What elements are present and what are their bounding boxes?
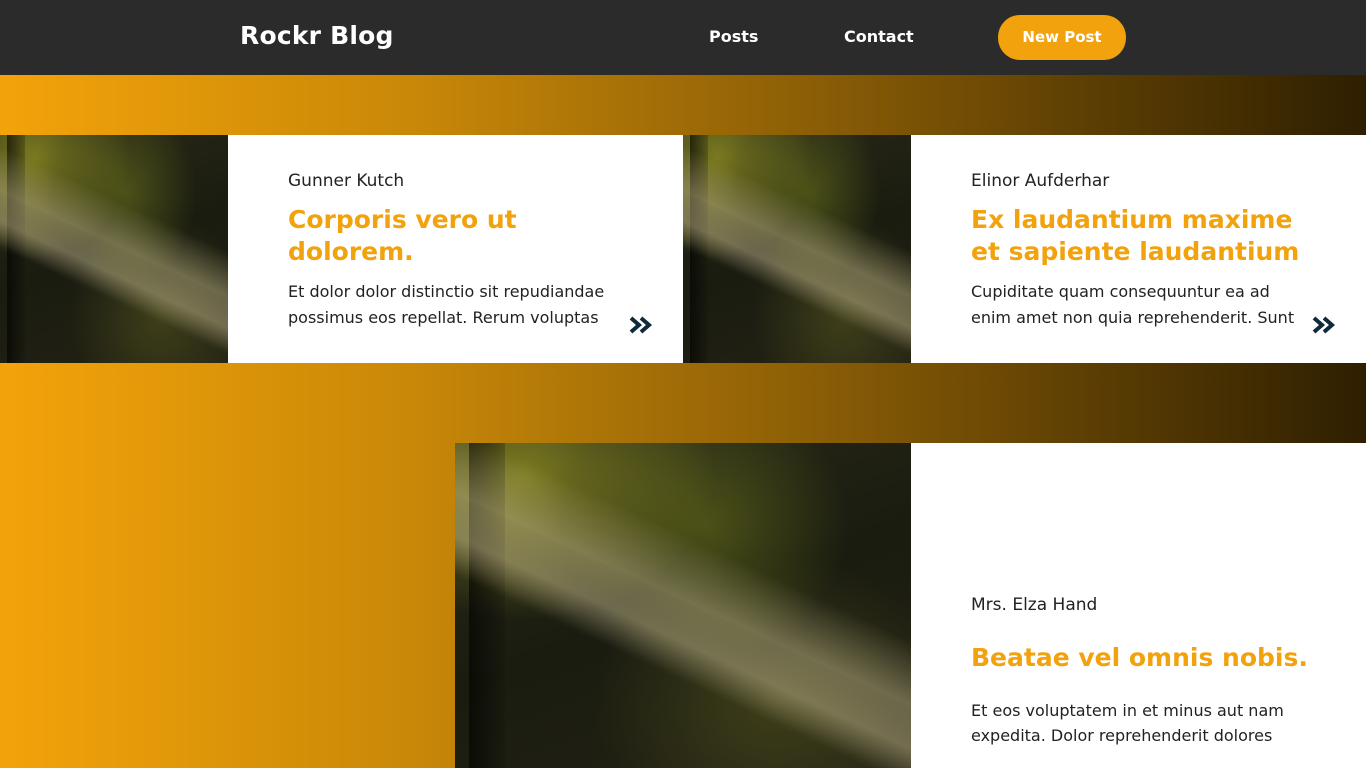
post-excerpt-line: expedita. Dolor reprehenderit dolores (971, 726, 1273, 745)
post-card[interactable]: Gunner Kutch Corporis vero ut dolorem. E… (0, 135, 683, 363)
post-title[interactable]: Corporis vero ut dolorem. (288, 204, 517, 268)
post-thumbnail-image (455, 443, 911, 768)
post-card[interactable]: Mrs. Elza Hand Beatae vel omnis nobis. E… (455, 443, 1366, 768)
post-thumbnail-image (0, 135, 228, 363)
post-title-line: Ex laudantium maxime (971, 205, 1293, 234)
post-title-line: dolorem. (288, 237, 414, 266)
brand-logo[interactable]: Rockr Blog (240, 21, 394, 50)
post-excerpt-line: Cupiditate quam consequuntur ea ad (971, 282, 1270, 301)
post-excerpt-line: Et dolor dolor distinctio sit repudianda… (288, 282, 605, 301)
post-excerpt-line: Et eos voluptatem in et minus aut nam (971, 701, 1284, 720)
post-title[interactable]: Beatae vel omnis nobis. (971, 642, 1308, 674)
top-navbar: Rockr Blog Posts Contact New Post (0, 0, 1366, 75)
post-author: Elinor Aufderhar (971, 171, 1110, 191)
post-author: Gunner Kutch (288, 171, 405, 191)
chevron-double-right-icon[interactable] (629, 316, 653, 334)
post-excerpt: Cupiditate quam consequuntur ea ad enim … (971, 279, 1316, 331)
post-card[interactable]: Elinor Aufderhar Ex laudantium maxime et… (683, 135, 1366, 363)
post-title-line: Corporis vero ut (288, 205, 517, 234)
chevron-double-right-icon[interactable] (1312, 316, 1336, 334)
post-title-line: et sapiente laudantium (971, 237, 1300, 266)
new-post-button[interactable]: New Post (998, 15, 1126, 60)
post-excerpt-line: possimus eos repellat. Rerum voluptas (288, 308, 599, 327)
nav-link-posts[interactable]: Posts (709, 27, 758, 46)
post-thumbnail-image (683, 135, 911, 363)
post-excerpt: Et eos voluptatem in et minus aut nam ex… (971, 698, 1311, 748)
post-title[interactable]: Ex laudantium maxime et sapiente laudant… (971, 204, 1299, 268)
post-author: Mrs. Elza Hand (971, 595, 1098, 615)
post-excerpt: Et dolor dolor distinctio sit repudianda… (288, 279, 628, 331)
nav-link-contact[interactable]: Contact (844, 27, 914, 46)
post-excerpt-line: enim amet non quia reprehenderit. Sunt (971, 308, 1295, 327)
